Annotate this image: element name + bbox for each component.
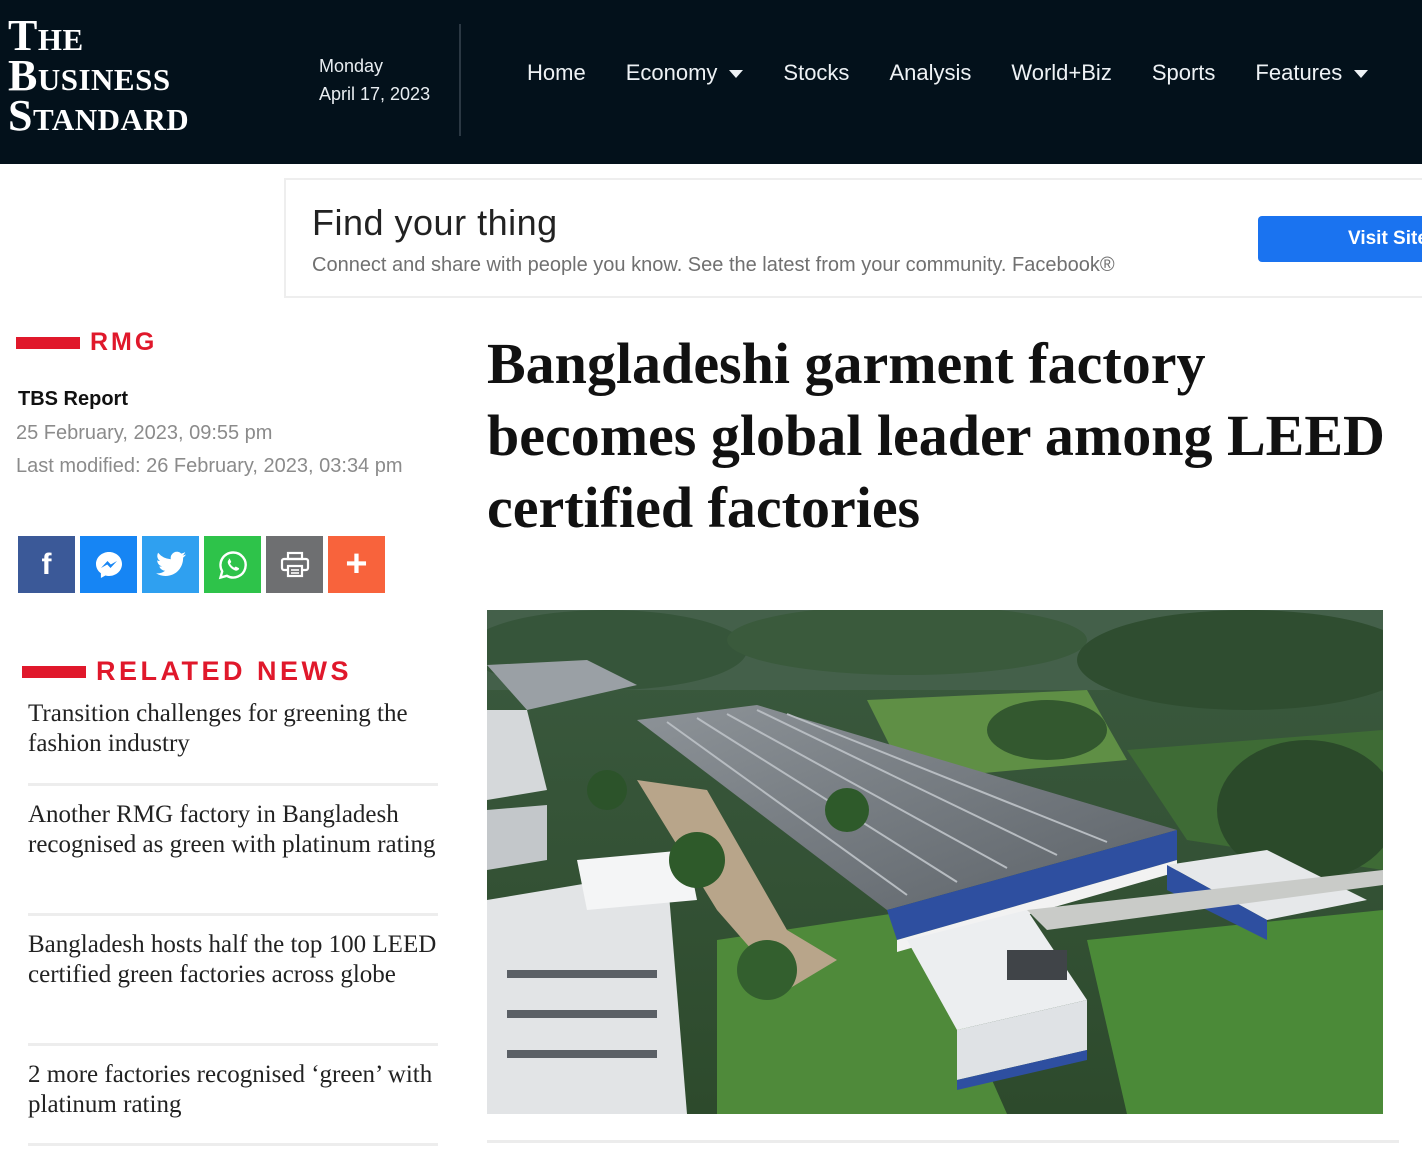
visit-site-button[interactable]: Visit Site: [1258, 216, 1422, 262]
nav-label: Economy: [625, 60, 718, 85]
factory-aerial-photo: [487, 610, 1383, 1114]
ad-banner[interactable]: Find your thing Connect and share with p…: [284, 178, 1422, 298]
share-bar: f +: [18, 536, 390, 593]
logo-line: Business: [8, 51, 171, 100]
nav-label: Analysis: [889, 60, 972, 85]
chevron-down-icon: [729, 70, 744, 78]
print-icon[interactable]: [266, 536, 323, 593]
print-glyph: [280, 551, 309, 577]
header-divider: [459, 24, 461, 136]
article-author[interactable]: TBS Report: [18, 388, 128, 411]
site-logo[interactable]: The Business Standard: [8, 11, 190, 140]
related-news-item[interactable]: Transition challenges for greening the f…: [28, 696, 438, 786]
nav-label: Features: [1255, 60, 1343, 85]
publish-date: 25 February, 2023, 09:55 pm: [16, 422, 273, 444]
nav-item-features[interactable]: Features: [1255, 60, 1369, 86]
content-divider: [487, 1140, 1399, 1143]
nav-item-home[interactable]: Home: [527, 60, 586, 86]
header-date: Monday April 17, 2023: [319, 52, 430, 108]
nav-item-analysis[interactable]: Analysis: [889, 60, 971, 86]
twitter-icon[interactable]: [142, 536, 199, 593]
nav-label: Stocks: [783, 60, 850, 85]
section-tag[interactable]: RMG: [16, 328, 157, 357]
nav-label: World+Biz: [1011, 60, 1112, 85]
modified-date: Last modified: 26 February, 2023, 03:34 …: [16, 455, 403, 477]
nav-item-economy[interactable]: Economy: [626, 60, 744, 86]
messenger-icon[interactable]: [80, 536, 137, 593]
related-news-title: RELATED NEWS: [96, 656, 352, 686]
related-news-item[interactable]: 2 more factories recognised ‘green’ with…: [28, 1046, 438, 1146]
nav-label: Sports: [1151, 60, 1216, 85]
nav-item-world-biz[interactable]: World+Biz: [1011, 60, 1111, 86]
logo-line: Standard: [8, 91, 190, 140]
related-news-item[interactable]: Another RMG factory in Bangladesh recogn…: [28, 786, 438, 916]
header-full-date: April 17, 2023: [319, 84, 431, 104]
ad-text: Connect and share with people you know. …: [312, 254, 1115, 276]
chevron-down-icon: [1354, 70, 1369, 78]
article-headline: Bangladeshi garment factory becomes glob…: [487, 331, 1385, 540]
whatsapp-icon[interactable]: [204, 536, 261, 593]
header-day: Monday: [319, 56, 384, 76]
related-news-heading: RELATED NEWS: [22, 656, 352, 687]
logo-line: The: [8, 11, 84, 60]
nav-item-sports[interactable]: Sports: [1152, 60, 1216, 86]
related-news-list: Transition challenges for greening the f…: [28, 696, 438, 1146]
whatsapp-glyph: [218, 550, 247, 579]
accent-bar: [16, 336, 80, 349]
related-news-item[interactable]: Bangladesh hosts half the top 100 LEED c…: [28, 916, 438, 1046]
accent-bar: [22, 665, 86, 678]
site-header: The Business Standard Monday April 17, 2…: [0, 0, 1422, 164]
article-hero-image: [487, 610, 1383, 1114]
ad-title: Find your thing: [312, 202, 558, 243]
facebook-icon[interactable]: f: [18, 536, 75, 593]
nav-item-stocks[interactable]: Stocks: [783, 60, 849, 86]
main-nav: Home Economy Stocks Analysis World+Biz S…: [527, 60, 1408, 86]
messenger-glyph: [95, 551, 122, 578]
plus-icon[interactable]: +: [328, 536, 385, 593]
section-label: RMG: [90, 328, 158, 356]
nav-label: Home: [527, 60, 586, 85]
twitter-glyph: [155, 551, 186, 576]
